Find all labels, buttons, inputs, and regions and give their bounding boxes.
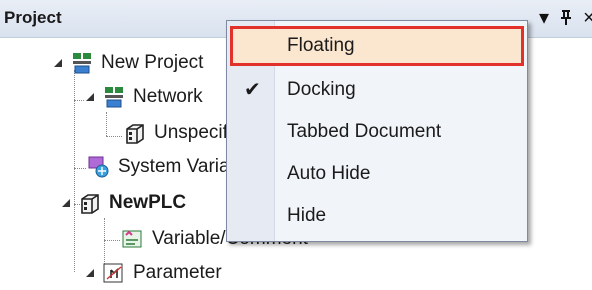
collapse-arrow-icon[interactable] — [60, 196, 74, 210]
menu-item-label: Floating — [287, 35, 355, 56]
tree-item-new-project[interactable]: New Project — [52, 46, 203, 80]
tree-item-label: New Project — [101, 52, 204, 73]
menu-item-label: Hide — [287, 205, 327, 226]
checkmark-icon: ✔ — [244, 79, 261, 101]
menu-item-floating[interactable]: Floating — [230, 26, 524, 66]
menu-item-tabbed-document[interactable]: Tabbed Document — [230, 112, 524, 152]
tree-item-parameter[interactable]: Parameter — [84, 256, 222, 290]
project-icon — [69, 50, 95, 76]
collapse-arrow-icon[interactable] — [84, 90, 98, 104]
plc-module-icon — [122, 120, 148, 146]
variable-comment-icon — [120, 226, 146, 252]
collapse-arrow-icon[interactable] — [52, 56, 66, 70]
tree-item-label: Network — [133, 86, 203, 107]
menu-item-auto-hide[interactable]: Auto Hide — [230, 154, 524, 194]
plc-icon — [77, 190, 103, 216]
menu-item-hide[interactable]: Hide — [230, 196, 524, 236]
menu-item-label: Tabbed Document — [287, 121, 442, 142]
tree-item-label: Parameter — [133, 262, 222, 283]
network-icon — [101, 84, 127, 110]
tree-item-label: NewPLC — [109, 192, 187, 213]
collapse-arrow-icon[interactable] — [84, 266, 98, 280]
menu-item-label: Docking — [287, 79, 356, 100]
menu-item-docking[interactable]: ✔ Docking — [230, 70, 524, 110]
tree-item-newplc[interactable]: NewPLC — [60, 186, 186, 220]
parameter-icon — [101, 260, 127, 286]
window-position-menu: Floating ✔ Docking Tabbed Document Auto … — [226, 20, 528, 242]
menu-item-label: Auto Hide — [287, 163, 371, 184]
system-variable-icon — [86, 154, 112, 180]
tree-item-network[interactable]: Network — [84, 80, 203, 114]
